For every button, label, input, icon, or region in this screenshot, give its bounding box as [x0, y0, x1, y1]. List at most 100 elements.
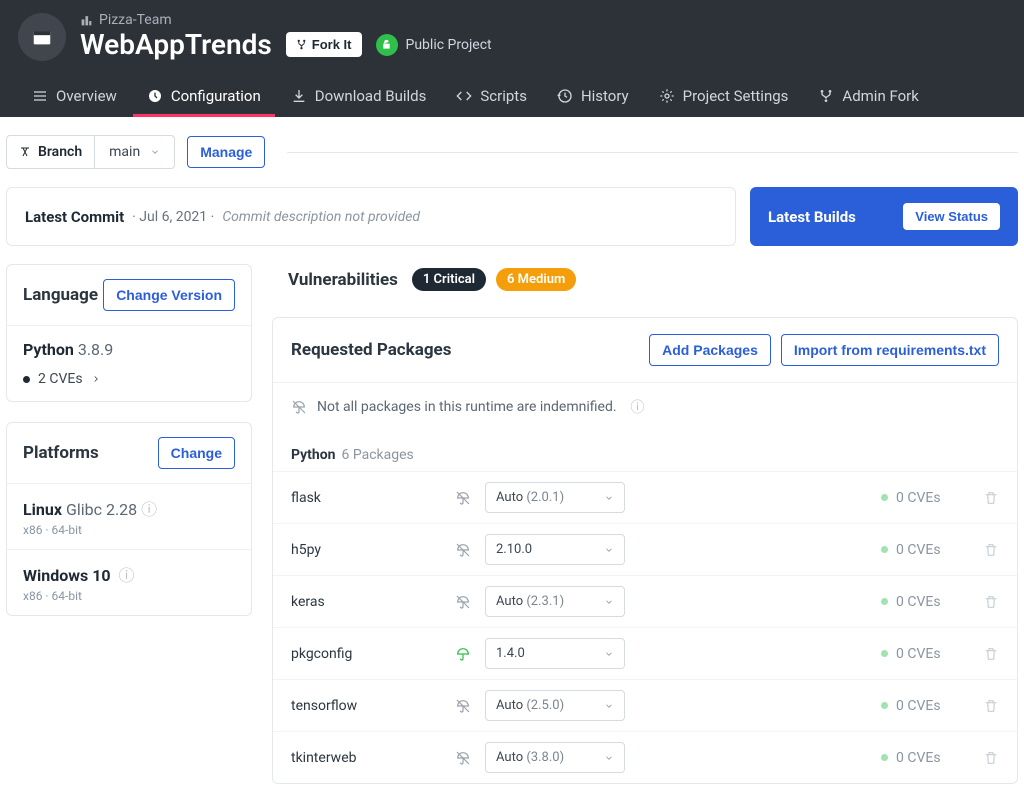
- umbrella-icon: [455, 646, 473, 662]
- status-dot-icon: [881, 650, 888, 657]
- chevron-down-icon: [604, 597, 614, 607]
- delete-package-button[interactable]: [983, 542, 999, 558]
- window-icon: [31, 26, 53, 48]
- indemnify-notice: Not all packages in this runtime are ind…: [273, 382, 1017, 431]
- package-name: pkgconfig: [291, 646, 443, 662]
- status-dot-icon: [881, 702, 888, 709]
- config-icon: [147, 88, 163, 104]
- chevron-down-icon: [150, 147, 160, 157]
- package-row: tensorflow Auto (2.5.0) 0 CVEs: [273, 679, 1017, 731]
- info-icon[interactable]: ⓘ: [119, 566, 135, 585]
- status-dot-icon: [881, 754, 888, 761]
- package-cves: 0 CVEs: [881, 542, 971, 558]
- language-version: 3.8.9: [78, 340, 113, 359]
- import-requirements-button[interactable]: Import from requirements.txt: [781, 334, 999, 366]
- fork-icon: [818, 88, 834, 104]
- packages-title: Requested Packages: [291, 340, 451, 360]
- branch-select[interactable]: main: [95, 136, 174, 168]
- language-name: Python: [23, 340, 74, 359]
- add-packages-button[interactable]: Add Packages: [649, 334, 771, 366]
- chevron-down-icon: [604, 493, 614, 503]
- fork-icon: [296, 39, 307, 50]
- package-cves: 0 CVEs: [881, 490, 971, 506]
- tab-scripts[interactable]: Scripts: [442, 75, 541, 117]
- package-row: flask Auto (2.0.1) 0 CVEs: [273, 471, 1017, 523]
- view-status-button[interactable]: View Status: [903, 203, 1000, 230]
- tab-configuration[interactable]: Configuration: [133, 75, 275, 117]
- package-name: flask: [291, 490, 443, 506]
- umbrella-slash-icon: [455, 542, 473, 558]
- version-select[interactable]: Auto (3.8.0): [485, 742, 625, 773]
- medium-badge[interactable]: 6 Medium: [496, 268, 576, 291]
- branch-label: Branch: [7, 136, 95, 168]
- delete-package-button[interactable]: [983, 698, 999, 714]
- menu-icon: [32, 88, 48, 104]
- package-row: tkinterweb Auto (3.8.0) 0 CVEs: [273, 731, 1017, 783]
- divider: [287, 152, 1018, 153]
- info-icon[interactable]: ⓘ: [631, 397, 645, 417]
- delete-package-button[interactable]: [983, 646, 999, 662]
- latest-builds-card: Latest Builds View Status: [750, 187, 1018, 246]
- nav-tabs: Overview Configuration Download Builds S…: [18, 75, 1006, 117]
- package-name: keras: [291, 594, 443, 610]
- team-name[interactable]: Pizza-Team: [99, 12, 172, 28]
- chevron-down-icon: [604, 649, 614, 659]
- commit-date: · Jul 6, 2021 ·: [132, 209, 214, 225]
- vulnerabilities-summary: Vulnerabilities 1 Critical 6 Medium: [272, 264, 1018, 303]
- chevron-down-icon: [604, 545, 614, 555]
- branch-icon: [19, 146, 31, 158]
- language-card: Language Change Version Python 3.8.9 2 C…: [6, 264, 252, 402]
- package-row: keras Auto (2.3.1) 0 CVEs: [273, 575, 1017, 627]
- requested-packages-card: Requested Packages Add Packages Import f…: [272, 317, 1018, 784]
- gear-icon: [659, 88, 675, 104]
- version-select[interactable]: 2.10.0: [485, 534, 625, 565]
- umbrella-slash-icon: [455, 594, 473, 610]
- visibility-badge: Public Project: [376, 34, 492, 56]
- change-version-button[interactable]: Change Version: [103, 279, 235, 311]
- unlock-icon: [381, 39, 392, 50]
- chevron-down-icon: [604, 701, 614, 711]
- org-icon: [80, 14, 93, 27]
- manage-branches-button[interactable]: Manage: [187, 136, 265, 168]
- version-select[interactable]: Auto (2.5.0): [485, 690, 625, 721]
- project-logo: [18, 13, 66, 61]
- change-platforms-button[interactable]: Change: [158, 437, 235, 469]
- language-title: Language: [23, 285, 98, 305]
- project-name: WebAppTrends: [80, 28, 272, 61]
- app-header: Pizza-Team WebAppTrends Fork It Public P…: [0, 0, 1024, 117]
- info-icon[interactable]: ⓘ: [141, 500, 157, 519]
- status-dot-icon: [881, 598, 888, 605]
- tab-overview[interactable]: Overview: [18, 75, 131, 117]
- download-icon: [291, 88, 307, 104]
- tab-admin-fork[interactable]: Admin Fork: [804, 75, 932, 117]
- chevron-right-icon: [91, 374, 101, 384]
- tab-history[interactable]: History: [543, 75, 643, 117]
- package-name: tensorflow: [291, 698, 443, 714]
- critical-badge[interactable]: 1 Critical: [412, 268, 486, 291]
- platform-item: Windows 10 ⓘ x86 · 64-bit: [7, 549, 251, 615]
- fork-button[interactable]: Fork It: [286, 32, 362, 57]
- platforms-title: Platforms: [23, 443, 99, 463]
- code-icon: [456, 88, 472, 104]
- status-dot-icon: [881, 494, 888, 501]
- branch-bar: Branch main Manage: [0, 117, 1024, 187]
- history-icon: [557, 88, 573, 104]
- umbrella-slash-icon: [455, 750, 473, 766]
- package-cves: 0 CVEs: [881, 594, 971, 610]
- version-select[interactable]: Auto (2.3.1): [485, 586, 625, 617]
- package-row: pkgconfig 1.4.0 0 CVEs: [273, 627, 1017, 679]
- platforms-card: Platforms Change Linux Glibc 2.28ⓘ x86 ·…: [6, 422, 252, 616]
- package-cves: 0 CVEs: [881, 698, 971, 714]
- delete-package-button[interactable]: [983, 594, 999, 610]
- chevron-down-icon: [604, 753, 614, 763]
- delete-package-button[interactable]: [983, 490, 999, 506]
- version-select[interactable]: 1.4.0: [485, 638, 625, 669]
- tab-download-builds[interactable]: Download Builds: [277, 75, 441, 117]
- commit-label: Latest Commit: [25, 208, 124, 226]
- language-cves-link[interactable]: 2 CVEs: [23, 371, 235, 387]
- delete-package-button[interactable]: [983, 750, 999, 766]
- status-dot-icon: [881, 546, 888, 553]
- version-select[interactable]: Auto (2.0.1): [485, 482, 625, 513]
- platform-item: Linux Glibc 2.28ⓘ x86 · 64-bit: [7, 483, 251, 549]
- tab-project-settings[interactable]: Project Settings: [645, 75, 803, 117]
